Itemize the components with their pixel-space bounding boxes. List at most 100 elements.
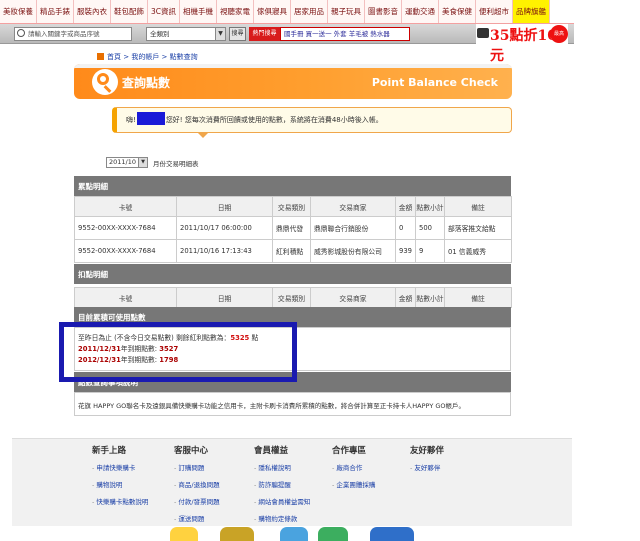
category-nav-item[interactable]: 美食保健 xyxy=(439,0,477,23)
footer-column: 會員權益隱私權說明防詐騙提醒網站會員權益需知購物約定條款 xyxy=(254,444,334,530)
promo-badge: 最高100% xyxy=(550,25,568,55)
column-header: 金額 xyxy=(395,196,416,217)
footer-link[interactable]: 訂購問題 xyxy=(174,462,254,472)
column-header: 交易商家 xyxy=(310,196,396,217)
greeting-prefix: 嗨! xyxy=(126,116,136,124)
deduct-section-title: 扣點明細 xyxy=(74,264,511,284)
footer-link[interactable]: 快樂購卡點數說明 xyxy=(92,496,172,506)
footer-link[interactable]: 申請快樂購卡 xyxy=(92,462,172,472)
masked-username xyxy=(136,112,165,125)
badge-icon xyxy=(318,527,348,541)
table-cell: 鼎鼎聯合行銷股份 xyxy=(310,216,396,240)
table-cell: 部落客推文給點 xyxy=(444,216,512,240)
footer-link[interactable]: 防詐騙提醒 xyxy=(254,479,334,489)
site-footer: 新手上路申請快樂購卡購物說明快樂購卡點數說明客服中心訂購問題商品/退換問題付款/… xyxy=(12,438,572,526)
month-select-value: 2011/10 xyxy=(109,158,137,166)
footer-column-title: 會員權益 xyxy=(254,446,289,456)
badge-icon xyxy=(220,527,254,541)
footer-link[interactable]: 購物說明 xyxy=(92,479,172,489)
banner-top-strip xyxy=(74,64,512,68)
table-cell: 9552-00XX-XXXX-7684 xyxy=(74,216,177,240)
table-cell: 2011/10/17 06:00:00 xyxy=(176,216,273,240)
magnifier-icon xyxy=(92,69,118,95)
breadcrumb-text[interactable]: 首頁 > 我的帳戶 > 點數查詢 xyxy=(107,53,198,61)
search-button[interactable]: 搜尋 xyxy=(229,27,246,41)
deduct-table: 卡號 日期 交易類別 交易商家 金額 點數小計 備註 xyxy=(74,287,512,308)
promo-banner[interactable]: 35點折10元 最高100% xyxy=(476,24,568,64)
column-header: 日期 xyxy=(176,196,273,217)
category-nav-item[interactable]: 服裝內衣 xyxy=(74,0,111,23)
table-row: 9552-00XX-XXXX-7684 2011/10/16 17:13:43 紅利… xyxy=(74,239,512,263)
footer-link[interactable]: 付款/發票問題 xyxy=(174,496,254,506)
category-nav: 美妝保養 精品手錶 服裝內衣 鞋包配飾 3C資訊 相機手機 視聽家電 傢俱寢具 居家用品 親子玩具… xyxy=(0,0,574,24)
table-cell: 500 xyxy=(415,216,445,240)
page-banner: 查詢點數 Point Balance Check xyxy=(74,64,512,99)
card-icon xyxy=(477,28,489,38)
category-nav-item[interactable]: 居家用品 xyxy=(291,0,329,23)
hot-keywords[interactable]: 國手冊 買一送一 外套 羊毛被 熱水器 xyxy=(280,27,410,41)
category-nav-item[interactable]: 傢俱寢具 xyxy=(254,0,292,23)
page-title: 查詢點數 xyxy=(122,76,171,90)
chevron-down-icon: ▼ xyxy=(215,28,225,40)
earn-section-title: 累點明細 xyxy=(74,176,511,196)
column-header: 金額 xyxy=(395,287,416,308)
column-header: 卡號 xyxy=(74,196,177,217)
footer-column: 新手上路申請快樂購卡購物說明快樂購卡點數說明 xyxy=(92,444,172,513)
speech-tail xyxy=(197,132,209,138)
column-header: 點數小計 xyxy=(415,196,445,217)
footer-link[interactable]: 廠商合作 xyxy=(332,462,412,472)
footer-link[interactable]: 友好夥伴 xyxy=(410,462,490,472)
category-nav-item[interactable]: 品牌旗艦 xyxy=(513,0,551,23)
column-header: 備註 xyxy=(444,287,512,308)
category-nav-item[interactable]: 視聽家電 xyxy=(217,0,255,23)
table-cell: 鼎鼎代發 xyxy=(272,216,311,240)
month-select[interactable]: 2011/10 ▼ xyxy=(106,157,148,168)
footer-link[interactable]: 企業團體採購 xyxy=(332,479,412,489)
footer-link[interactable]: 購物約定條款 xyxy=(254,513,334,523)
footer-column-title: 客服中心 xyxy=(174,446,209,456)
category-nav-item[interactable]: 精品手錶 xyxy=(37,0,74,23)
certification-badges xyxy=(170,527,430,541)
category-nav-item[interactable]: 便利超市 xyxy=(476,0,514,23)
category-nav-item[interactable]: 相機手機 xyxy=(180,0,218,23)
column-header: 卡號 xyxy=(74,287,177,308)
footer-link[interactable]: 運送問題 xyxy=(174,513,254,523)
footer-link[interactable]: 商品/退換問題 xyxy=(174,479,254,489)
table-cell: 威秀影城股份有限公司 xyxy=(310,239,396,263)
category-nav-item[interactable]: 鞋包配飾 xyxy=(111,0,148,23)
footer-column: 友好夥伴友好夥伴 xyxy=(410,444,490,479)
category-select[interactable]: 全類別 ▼ xyxy=(146,27,226,41)
category-select-value: 全類別 xyxy=(150,30,170,38)
column-header: 備註 xyxy=(444,196,512,217)
footer-column-title: 新手上路 xyxy=(92,446,127,456)
breadcrumb[interactable]: 首頁 > 我的帳戶 > 點數查詢 xyxy=(97,52,198,62)
category-nav-item[interactable]: 圖書影音 xyxy=(365,0,403,23)
hot-search-label: 熱門搜尋 xyxy=(249,27,280,41)
table-cell: 9 xyxy=(415,239,445,263)
table-cell: 0 xyxy=(395,216,416,240)
footer-link[interactable]: 網站會員權益需知 xyxy=(254,496,334,506)
footer-link[interactable]: 隱私權說明 xyxy=(254,462,334,472)
home-icon xyxy=(97,53,104,60)
column-header: 交易類別 xyxy=(272,196,311,217)
table-cell: 9552-00XX-XXXX-7684 xyxy=(74,239,177,263)
footer-column: 合作專區廠商合作企業團體採購 xyxy=(332,444,412,496)
badge-icon xyxy=(280,527,308,541)
column-header: 交易商家 xyxy=(310,287,396,308)
badge-icon xyxy=(370,527,414,541)
search-input[interactable]: 請輸入關鍵字或商品序號 xyxy=(14,27,132,41)
table-cell: 939 xyxy=(395,239,416,263)
category-nav-item[interactable]: 親子玩具 xyxy=(328,0,366,23)
column-header: 日期 xyxy=(176,287,273,308)
column-header: 點數小計 xyxy=(415,287,445,308)
category-nav-item[interactable]: 美妝保養 xyxy=(0,0,37,23)
table-cell: 2011/10/16 17:13:43 xyxy=(176,239,273,263)
category-nav-item[interactable]: 3C資訊 xyxy=(148,0,181,23)
highlight-box xyxy=(59,322,297,382)
month-select-label: 月份交易明細表 xyxy=(153,160,199,168)
category-nav-item[interactable]: 運動交通 xyxy=(402,0,440,23)
earn-table: 卡號 日期 交易類別 交易商家 金額 點數小計 備註 9552-00XX-XXXX-7684… xyxy=(74,196,512,263)
table-cell: 紅利積點 xyxy=(272,239,311,263)
column-header: 交易類別 xyxy=(272,287,311,308)
footer-column: 客服中心訂購問題商品/退換問題付款/發票問題運送問題 xyxy=(174,444,254,530)
